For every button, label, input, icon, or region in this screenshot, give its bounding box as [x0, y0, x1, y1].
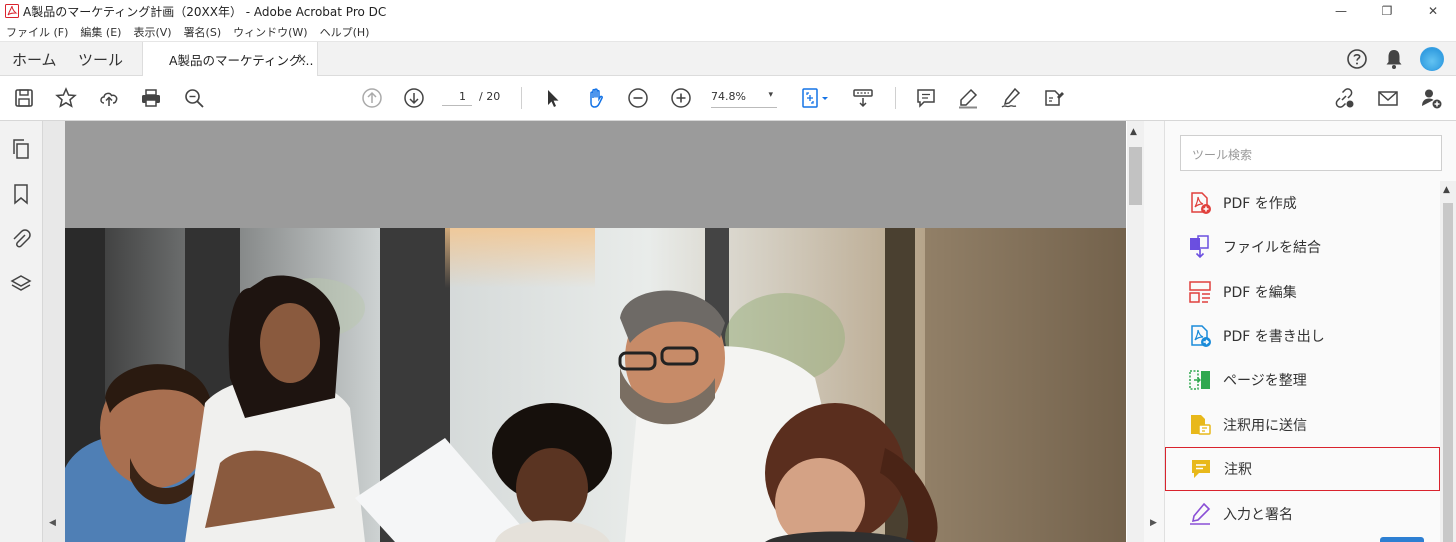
scrollbar-thumb[interactable]: [1443, 203, 1453, 542]
tab-document[interactable]: A製品のマーケティング... ×: [142, 42, 318, 77]
document-scrollbar[interactable]: ▲: [1127, 121, 1144, 542]
layers-icon[interactable]: [10, 273, 32, 295]
next-page-icon[interactable]: [402, 86, 426, 110]
tool-comment[interactable]: 注釈: [1165, 447, 1440, 491]
acrobat-logo-icon: [5, 4, 19, 18]
email-icon[interactable]: [1376, 86, 1400, 110]
scroll-mode-icon[interactable]: [851, 86, 875, 110]
edit-pdf-icon: [1189, 281, 1211, 303]
redact-edit-icon[interactable]: [1041, 86, 1065, 110]
zoom-search-icon[interactable]: [182, 86, 206, 110]
close-window-button[interactable]: ✕: [1410, 0, 1456, 22]
comment-icon[interactable]: [914, 86, 938, 110]
tool-search-input[interactable]: ツール検索: [1180, 135, 1442, 171]
highlight-pen-icon[interactable]: [956, 86, 980, 110]
fit-page-icon[interactable]: [800, 86, 832, 110]
title-bar: A製品のマーケティング計画（20XX年） - Adobe Acrobat Pro…: [0, 0, 1456, 22]
sign-pen-icon[interactable]: [999, 86, 1023, 110]
page-number-input[interactable]: 1: [442, 90, 472, 106]
upload-cloud-icon[interactable]: [97, 86, 121, 110]
zoom-level-value: 74.8%: [711, 90, 746, 103]
expand-left-pane-icon[interactable]: ◀: [49, 518, 56, 528]
export-pdf-icon: [1191, 325, 1211, 347]
menu-window[interactable]: ウィンドウ(W): [233, 24, 307, 40]
scroll-up-icon[interactable]: ▲: [1130, 127, 1137, 137]
window-title: A製品のマーケティング計画（20XX年） - Adobe Acrobat Pro…: [23, 4, 387, 19]
tool-fill-sign[interactable]: 入力と署名: [1165, 492, 1441, 536]
zoom-level-select[interactable]: 74.8% ▾: [711, 90, 777, 108]
print-icon[interactable]: [139, 86, 163, 110]
tool-label: 入力と署名: [1223, 507, 1293, 523]
tab-home[interactable]: ホーム: [12, 49, 57, 70]
page-thumbnails-icon[interactable]: [10, 138, 32, 160]
main-toolbar: 1 / 20 74.8% ▾: [0, 76, 1456, 121]
scroll-up-icon[interactable]: ▲: [1443, 185, 1450, 195]
menu-sign[interactable]: 署名(S): [184, 24, 222, 40]
menu-view[interactable]: 表示(V): [133, 24, 171, 40]
document-cover-photo: [65, 228, 1126, 542]
menu-help[interactable]: ヘルプ(H): [320, 24, 370, 40]
tool-organize-pages[interactable]: ページを整理: [1165, 358, 1441, 402]
previous-page-icon[interactable]: [360, 86, 384, 110]
close-tab-icon[interactable]: ×: [297, 52, 307, 66]
tool-label: ページを整理: [1223, 373, 1307, 389]
tool-label: ファイルを結合: [1223, 240, 1321, 256]
tool-send-for-comments[interactable]: 注釈用に送信: [1165, 403, 1441, 447]
pane-gutter: [1144, 121, 1165, 542]
attachment-icon[interactable]: [10, 228, 32, 250]
menu-bar: ファイル (F) 編集 (E) 表示(V) 署名(S) ウィンドウ(W) ヘルプ…: [0, 22, 1456, 41]
tool-label: PDF を編集: [1223, 285, 1297, 301]
partial-blue-button[interactable]: [1380, 537, 1424, 542]
toolbar-divider: [521, 87, 522, 109]
hand-tool-icon[interactable]: [584, 86, 608, 110]
tab-tools[interactable]: ツール: [78, 49, 123, 70]
tool-export-pdf[interactable]: PDF を書き出し: [1165, 314, 1441, 358]
tool-label: 注釈: [1224, 462, 1252, 478]
add-user-icon[interactable]: [1419, 86, 1443, 110]
tab-bar: ホーム ツール A製品のマーケティング... ×: [0, 41, 1456, 77]
tool-create-pdf[interactable]: PDF を作成: [1165, 181, 1441, 225]
comment-tool-icon: [1192, 460, 1210, 478]
tools-pane: ツール検索 PDF を作成 ファイルを結合 PDF を編集 PDF を書き出し …: [1165, 121, 1456, 542]
create-pdf-icon: [1191, 192, 1211, 214]
document-tab-label: A製品のマーケティング...: [169, 53, 314, 68]
tools-pane-scrollbar[interactable]: ▲: [1440, 181, 1456, 542]
combine-files-icon: [1190, 235, 1209, 259]
menu-edit[interactable]: 編集 (E): [80, 24, 121, 40]
help-icon[interactable]: [1346, 48, 1368, 70]
tool-label: PDF を作成: [1223, 196, 1297, 212]
tool-label: 注釈用に送信: [1223, 418, 1307, 434]
bookmark-icon[interactable]: [10, 183, 32, 205]
notification-bell-icon[interactable]: [1384, 48, 1404, 70]
send-for-comments-icon: [1191, 415, 1211, 435]
share-link-icon[interactable]: [1332, 86, 1356, 110]
restore-button[interactable]: ❐: [1364, 0, 1410, 22]
collapse-right-pane-icon[interactable]: ▶: [1150, 518, 1157, 528]
zoom-out-icon[interactable]: [626, 86, 650, 110]
minimize-button[interactable]: —: [1318, 0, 1364, 22]
tool-label: PDF を書き出し: [1223, 329, 1325, 345]
organize-pages-icon: [1189, 370, 1210, 390]
left-navigation-pane: [0, 121, 43, 542]
fill-sign-icon: [1190, 502, 1211, 525]
scrollbar-thumb[interactable]: [1129, 147, 1142, 205]
chevron-down-icon: ▾: [768, 90, 773, 100]
tool-edit-pdf[interactable]: PDF を編集: [1165, 270, 1441, 314]
menu-file[interactable]: ファイル (F): [6, 24, 68, 40]
select-cursor-icon[interactable]: [541, 86, 565, 110]
page-total: / 20: [479, 90, 501, 103]
toolbar-divider: [895, 87, 896, 109]
page-header-band: [65, 121, 1126, 228]
zoom-in-icon[interactable]: [669, 86, 693, 110]
bookmark-star-icon[interactable]: [54, 86, 78, 110]
tool-combine-files[interactable]: ファイルを結合: [1165, 225, 1441, 269]
save-icon[interactable]: [12, 86, 36, 110]
avatar[interactable]: [1420, 47, 1444, 71]
